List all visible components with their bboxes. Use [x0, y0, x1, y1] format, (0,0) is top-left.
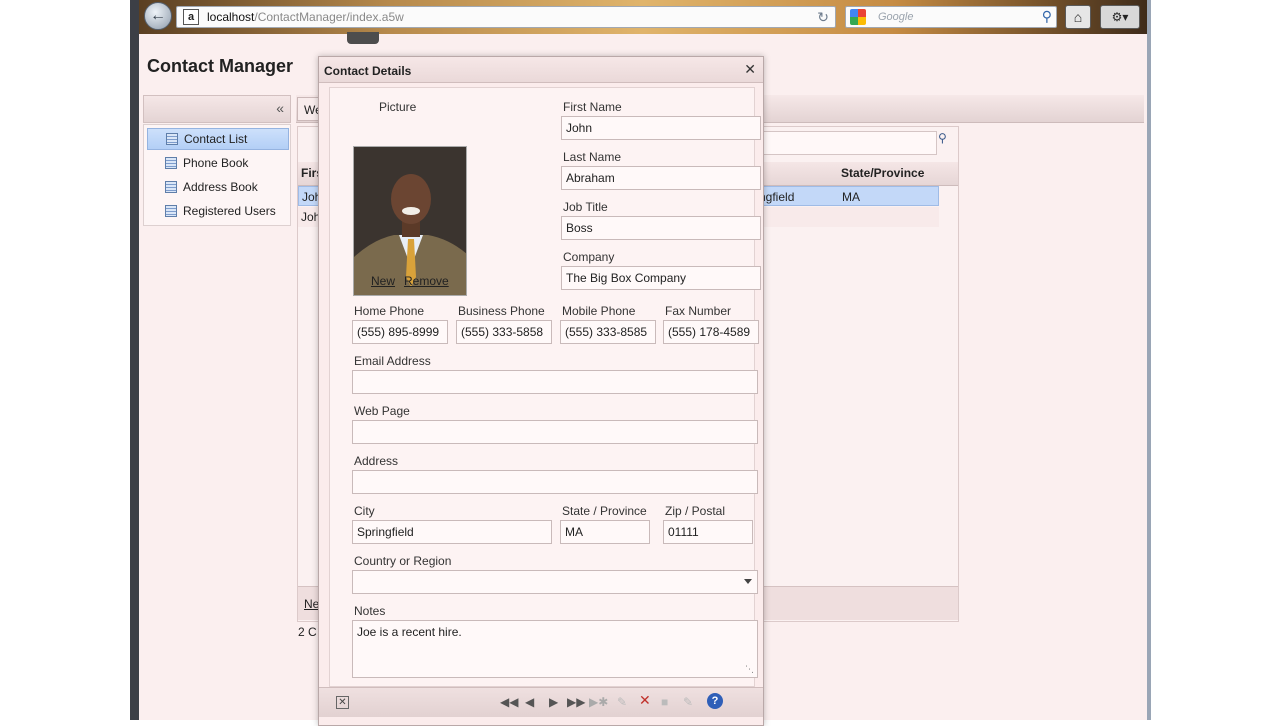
- next-record-icon[interactable]: ▶: [549, 695, 558, 709]
- close-icon[interactable]: ✕: [744, 61, 756, 78]
- column-state[interactable]: State/Province: [841, 166, 924, 180]
- url-host: localhost: [207, 10, 255, 24]
- back-arrow-icon: ←: [150, 7, 166, 24]
- photo-new-link[interactable]: New: [371, 274, 395, 288]
- home-phone-field[interactable]: (555) 895-8999: [352, 320, 448, 344]
- fax-field[interactable]: (555) 178-4589: [663, 320, 759, 344]
- zip-field[interactable]: 01111: [663, 520, 753, 544]
- mobile-phone-label: Mobile Phone: [562, 304, 636, 318]
- mobile-phone-field[interactable]: (555) 333-8585: [560, 320, 656, 344]
- grid-icon: [165, 157, 177, 169]
- nav-header: «: [143, 95, 291, 123]
- grid-icon: [166, 133, 178, 145]
- notes-field[interactable]: Joe is a recent hire. ⋱: [352, 620, 758, 678]
- record-count: 2 C: [298, 625, 317, 639]
- grid-icon: [165, 205, 177, 217]
- delete-icon[interactable]: ✕: [639, 692, 651, 709]
- resize-grip-icon[interactable]: ⋱: [745, 664, 754, 675]
- cancel-icon[interactable]: ✕: [336, 696, 349, 709]
- refresh-icon[interactable]: ↻: [817, 9, 829, 26]
- last-record-icon[interactable]: ▶▶: [567, 695, 585, 709]
- sidebar-item-registered-users[interactable]: Registered Users: [147, 200, 289, 222]
- back-button[interactable]: ←: [144, 2, 172, 30]
- search-icon[interactable]: ⚲: [938, 131, 947, 145]
- first-name-label: First Name: [563, 100, 622, 114]
- email-field[interactable]: [352, 370, 758, 394]
- collapse-icon[interactable]: «: [276, 100, 284, 116]
- web-page-label: Web Page: [354, 404, 410, 418]
- first-record-icon[interactable]: ◀◀: [500, 695, 518, 709]
- previous-record-icon[interactable]: ◀: [525, 695, 534, 709]
- zip-label: Zip / Postal: [665, 504, 726, 518]
- home-phone-label: Home Phone: [354, 304, 425, 318]
- last-name-label: Last Name: [563, 150, 622, 164]
- state-field[interactable]: MA: [560, 520, 650, 544]
- grid-search-input[interactable]: [759, 131, 937, 155]
- sidebar-item-label: Registered Users: [183, 204, 276, 218]
- save-icon[interactable]: ■: [661, 695, 668, 709]
- screen-margin-left: [0, 0, 130, 720]
- country-label: Country or Region: [354, 554, 452, 568]
- business-phone-field[interactable]: (555) 333-5858: [456, 320, 552, 344]
- state-label: State / Province: [562, 504, 647, 518]
- sidebar-item-phone-book[interactable]: Phone Book: [147, 152, 289, 174]
- gear-icon: ⚙▾: [1111, 10, 1129, 24]
- dialog-titlebar[interactable]: Contact Details ✕: [319, 57, 763, 83]
- cell-city: ngfield: [759, 190, 795, 204]
- help-icon[interactable]: ?: [707, 693, 723, 709]
- tools-button[interactable]: ⚙▾: [1100, 5, 1140, 29]
- company-field[interactable]: The Big Box Company: [561, 266, 761, 290]
- business-phone-label: Business Phone: [458, 304, 545, 318]
- browser-search-box[interactable]: Google ⚲: [845, 6, 1057, 28]
- window-border-right: [1147, 0, 1151, 720]
- chevron-down-icon[interactable]: [744, 579, 752, 584]
- city-label: City: [354, 504, 375, 518]
- cell-state: MA: [842, 190, 860, 204]
- company-label: Company: [563, 250, 615, 264]
- search-placeholder: Google: [878, 11, 914, 23]
- dialog-body: Picture New Remove First Name John Last …: [329, 87, 761, 687]
- sidebar-item-contact-list[interactable]: Contact List: [147, 128, 289, 150]
- dialog-title: Contact Details: [324, 64, 412, 78]
- address-label: Address: [354, 454, 399, 468]
- google-logo-icon: [850, 9, 866, 25]
- job-title-field[interactable]: Boss: [561, 216, 761, 240]
- new-record-icon[interactable]: ▶✱: [589, 695, 608, 709]
- address-bar[interactable]: a localhost/ContactManager/index.a5w ↻: [176, 6, 836, 28]
- sidebar-item-label: Address Book: [183, 180, 258, 194]
- url-path: /ContactManager/index.a5w: [254, 10, 404, 24]
- job-title-label: Job Title: [563, 200, 608, 214]
- web-page-field[interactable]: [352, 420, 758, 444]
- email-label: Email Address: [354, 354, 431, 368]
- page-title: Contact Manager: [147, 56, 294, 76]
- toolbar-handle[interactable]: [347, 32, 379, 44]
- country-select[interactable]: [352, 570, 758, 594]
- window-border-left: [130, 0, 139, 720]
- address-field[interactable]: [352, 470, 758, 494]
- search-icon[interactable]: ⚲: [1042, 8, 1052, 25]
- first-name-field[interactable]: John: [561, 116, 761, 140]
- page-icon: a: [183, 9, 199, 25]
- grid-icon: [165, 181, 177, 193]
- home-button[interactable]: ⌂: [1065, 5, 1091, 29]
- fax-label: Fax Number: [665, 304, 732, 318]
- notes-label: Notes: [354, 604, 386, 618]
- home-icon: ⌂: [1073, 9, 1083, 25]
- notes-text: Joe is a recent hire.: [357, 625, 462, 639]
- city-field[interactable]: Springfield: [352, 520, 552, 544]
- dialog-footer: ✕ ◀◀ ◀ ▶ ▶▶ ▶✱ ✎ ✕ ■ ✎ ?: [319, 687, 763, 717]
- edit-icon[interactable]: ✎: [617, 695, 627, 709]
- sidebar-item-label: Phone Book: [183, 156, 249, 170]
- last-name-field[interactable]: Abraham: [561, 166, 761, 190]
- sidebar-item-label: Contact List: [184, 132, 248, 146]
- contact-details-dialog: Contact Details ✕ Picture New Remove Fir…: [318, 56, 764, 726]
- picture-label: Picture: [379, 100, 417, 114]
- photo-remove-link[interactable]: Remove: [404, 274, 449, 288]
- undo-icon[interactable]: ✎: [683, 695, 693, 709]
- sidebar-item-address-book[interactable]: Address Book: [147, 176, 289, 198]
- sidebar-nav: Contact List Phone Book Address Book Reg…: [143, 124, 291, 226]
